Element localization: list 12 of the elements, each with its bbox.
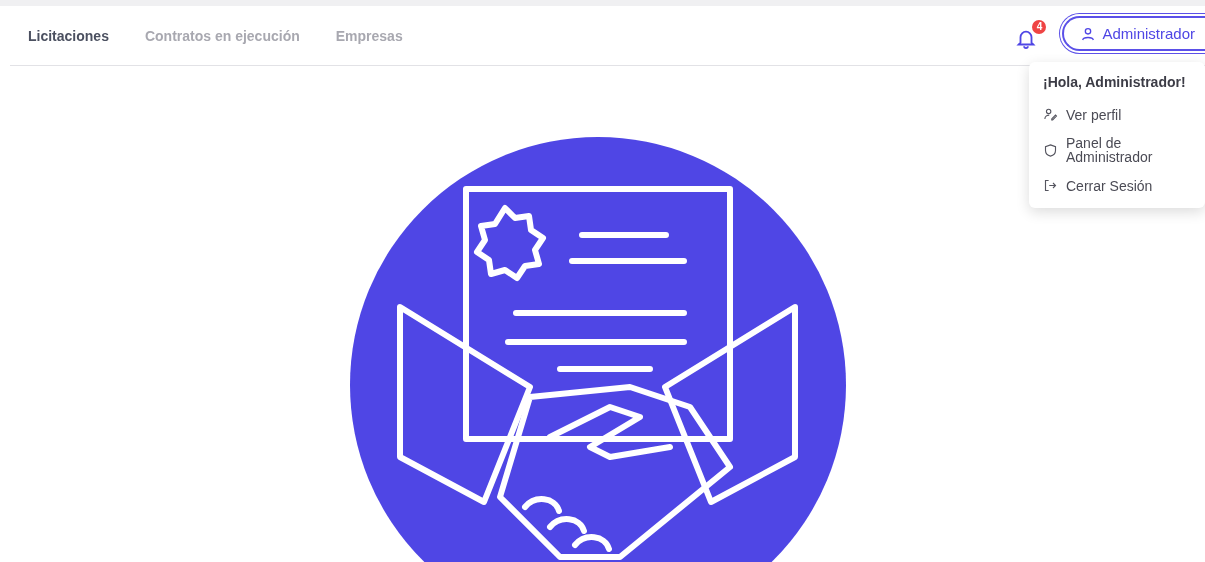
greeting-text: ¡Hola, Administrador! bbox=[1042, 73, 1187, 92]
nav-tab[interactable]: Licitaciones bbox=[28, 27, 127, 44]
notification-badge: 4 bbox=[1032, 19, 1047, 34]
user-edit-icon bbox=[1043, 107, 1058, 122]
user-icon bbox=[1080, 25, 1097, 42]
menu-item[interactable]: Cerrar Sesión bbox=[1029, 171, 1205, 200]
logout-icon bbox=[1043, 178, 1058, 193]
notification-button[interactable]: 4 bbox=[1014, 19, 1047, 52]
shield-icon bbox=[1043, 142, 1058, 158]
menu-item[interactable]: Panel de Administrador bbox=[1029, 129, 1205, 171]
user-menu-button[interactable]: Administrador bbox=[1062, 16, 1205, 51]
menu-item[interactable]: Ver perfil bbox=[1029, 100, 1205, 129]
